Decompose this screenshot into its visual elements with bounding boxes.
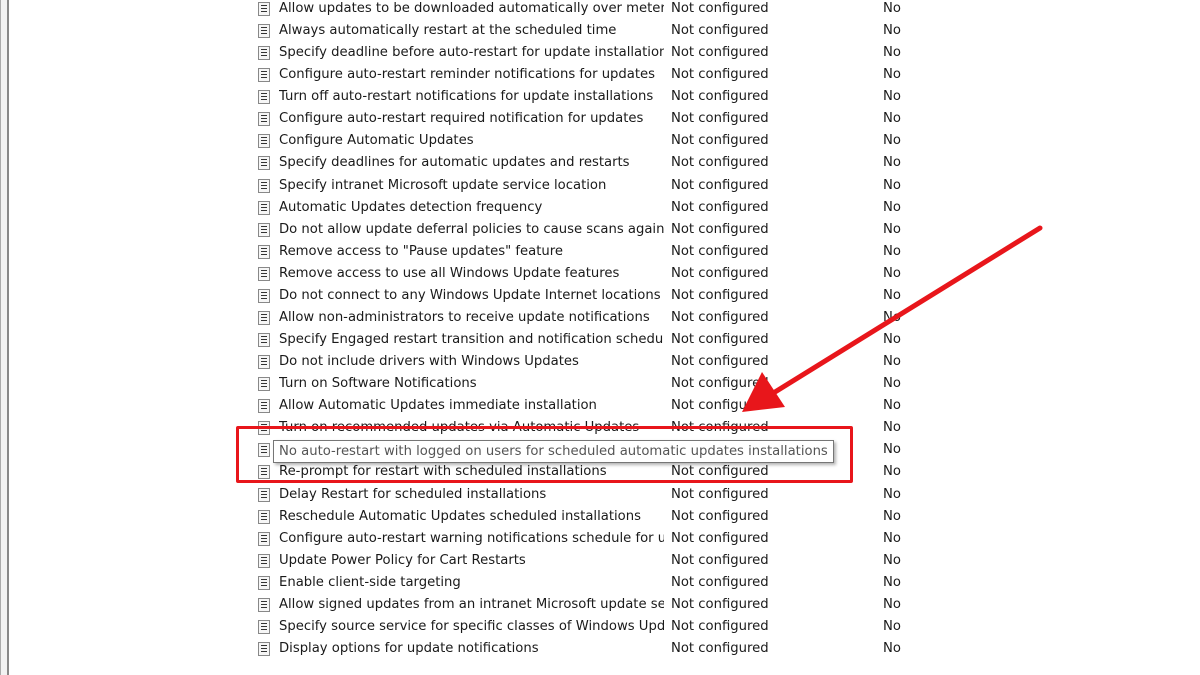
annotation-arrow bbox=[742, 225, 1043, 412]
